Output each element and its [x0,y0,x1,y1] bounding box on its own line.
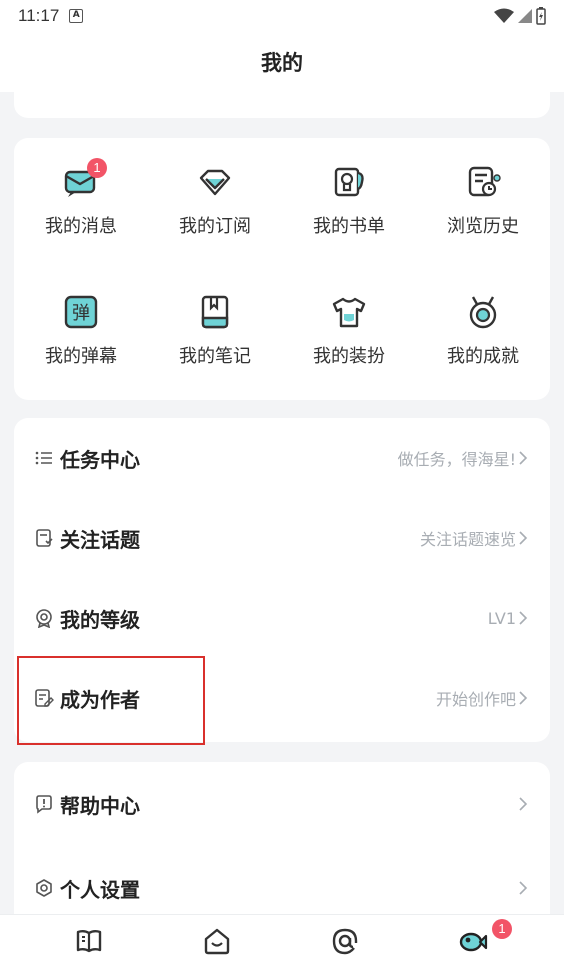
row-label: 个人设置 [60,877,140,902]
notification-icon: A [69,9,84,23]
task-list-icon [35,451,52,465]
profile-card-partial[interactable] [14,78,550,118]
grid-item-label: 我的订阅 [179,216,251,237]
grid-item-danmaku[interactable]: 弹 我的弹幕 [14,268,148,378]
grid-item-label: 我的书单 [313,216,385,237]
notebook-icon [201,295,229,329]
danmaku-glyph: 弹 [72,303,90,324]
grid-item-booklist[interactable]: 我的书单 [282,138,416,248]
diamond-icon [199,169,231,196]
grid-item-achievements[interactable]: 我的成就 [416,268,550,378]
grid-item-label: 我的笔记 [179,346,251,367]
help-icon [36,795,52,814]
row-hint: 关注话题速览 [419,530,516,549]
row-hint: 开始创作吧 [435,690,516,709]
row-task-center[interactable]: 任务中心 做任务，得海星! [14,418,550,498]
wifi-icon [494,8,514,23]
row-my-level[interactable]: 我的等级 LV1 [14,578,550,658]
chevron-right-icon [519,611,528,625]
grid-item-label: 我的装扮 [313,346,385,367]
menu-list-secondary: 帮助中心 个人设置 [14,762,550,922]
history-icon [468,166,501,197]
row-label: 关注话题 [60,527,140,552]
grid-item-label: 浏览历史 [447,216,519,237]
tshirt-icon [332,297,366,328]
row-become-author[interactable]: 成为作者 开始创作吧 [14,658,550,738]
row-label: 帮助中心 [60,793,140,818]
grid-item-subscriptions[interactable]: 我的订阅 [148,138,282,248]
signal-icon [518,9,532,23]
book-icon [76,930,101,953]
level-icon [36,609,52,628]
tab-mine[interactable]: 1 [402,919,543,961]
messages-badge: 1 [87,158,107,178]
status-icons [494,7,546,25]
row-label: 成为作者 [60,687,140,712]
topic-icon [36,529,53,547]
medal-icon [469,296,497,329]
grid-item-label: 我的消息 [45,216,117,237]
chevron-right-icon [519,881,528,895]
settings-icon [36,879,52,897]
smile-house-icon [204,928,229,955]
menu-list-primary: 任务中心 做任务，得海星! 关注话题 关注话题速览 我的等级 LV1 成为作者 … [14,418,550,742]
page-title: 我的 [261,51,303,75]
at-icon [332,928,357,955]
fish-icon [459,932,487,952]
row-hint: 做任务，得海星! [397,450,516,469]
author-icon [35,689,54,707]
chevron-right-icon [519,451,528,465]
row-hint: LV1 [487,608,516,628]
status-bar: 11:17 A [0,0,564,32]
grid-item-messages[interactable]: 1 我的消息 [14,138,148,248]
grid-item-history[interactable]: 浏览历史 [416,138,550,248]
row-label: 任务中心 [60,447,140,472]
grid-item-notes[interactable]: 我的笔记 [148,268,282,378]
grid-item-label: 我的成就 [447,346,519,367]
row-label: 我的等级 [60,607,140,632]
grid-item-outfits[interactable]: 我的装扮 [282,268,416,378]
tab-discover[interactable] [146,921,287,961]
booklist-icon [334,167,364,197]
danmaku-icon: 弹 [64,295,98,329]
chevron-right-icon [519,797,528,811]
mine-tab-badge: 1 [492,919,512,939]
chevron-right-icon [519,691,528,705]
tab-community[interactable] [274,921,415,961]
bottom-tab-bar: 1 [0,914,564,962]
chevron-right-icon [519,531,528,545]
grid-item-label: 我的弹幕 [45,346,117,367]
feature-grid: 1 我的消息 我的订阅 我的书单 浏览历史 弹 我的弹幕 我的笔记 我的装扮 我… [14,138,550,400]
battery-icon [536,7,546,25]
row-followed-topics[interactable]: 关注话题 关注话题速览 [14,498,550,578]
tab-bookshelf[interactable] [18,921,159,961]
row-help-center[interactable]: 帮助中心 [14,764,550,844]
status-time: 11:17 [18,6,60,25]
